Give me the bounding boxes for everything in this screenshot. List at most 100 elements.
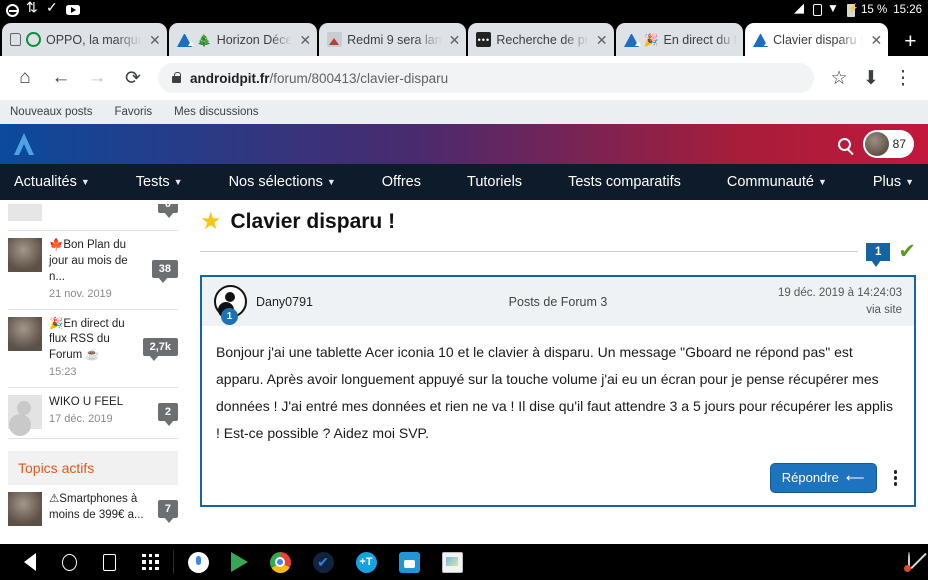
androidpit-favicon [753,33,771,47]
nav-item-plus[interactable]: Plus ▼ [869,174,918,190]
browser-tab[interactable]: 🎄 Horizon Déce ✕ [168,23,318,56]
bookmark-nouveaux-posts[interactable]: Nouveaux posts [10,106,92,118]
thumbnail [8,204,42,221]
tab-title: Horizon Déce [216,32,293,47]
reply-count-badge: 7 [157,500,178,524]
taskbar-apps: ✔ +T [187,551,463,573]
androidpit-favicon [176,33,194,47]
reload-button[interactable]: ⟳ [118,63,148,93]
site-header: 87 [0,124,928,164]
tab-close-icon[interactable]: ✕ [299,33,311,47]
address-bar[interactable]: androidpit.fr/forum/800413/clavier-dispa… [158,63,814,93]
browser-tab[interactable]: OPPO, la marque ✕ [2,23,167,56]
divider [172,550,174,574]
post-meta: 19 déc. 2019 à 14:24:03 via site [778,285,902,318]
nav-item-tests-comparatifs[interactable]: Tests comparatifs [564,174,685,190]
android-status-bar: 15 % 15:26 [0,0,928,20]
thumbnail [8,492,42,527]
solved-check-icon: ✔ [898,240,916,263]
browser-tab[interactable]: 🎉 En direct du f [615,23,744,56]
chrome-icon [6,3,19,17]
list-item[interactable]: ⚠Smartphones à moins de 399€ a... 7 [8,485,178,535]
nav-label: Offres [381,174,421,190]
reply-count-badge: 0 [157,204,178,218]
list-item-date: 15:23 [49,366,77,379]
list-item[interactable]: 0 [8,204,178,231]
chrome-icon[interactable] [269,551,291,573]
list-item[interactable]: WIKO U FEEL 17 déc. 2019 2 [8,388,178,440]
vibrate-icon [813,4,822,16]
post-author[interactable]: Dany0791 [256,295,313,309]
bookmark-mes-discussions[interactable]: Mes discussions [174,106,258,118]
tab-close-icon[interactable]: ✕ [870,33,882,47]
oppo-favicon [26,32,41,47]
browser-tab-active[interactable]: Clavier disparu ! ✕ [745,23,889,56]
user-avatar-chip[interactable]: 87 [862,130,914,158]
photo-app-icon[interactable] [441,551,463,573]
home-button[interactable]: ⌂ [10,63,40,93]
forward-button[interactable]: → [82,63,112,93]
nav-item-actualites[interactable]: Actualités ▼ [10,174,94,190]
nav-item-tutoriels[interactable]: Tutoriels [463,174,526,190]
nav-item-nos-selections[interactable]: Nos sélections ▼ [225,174,340,190]
browser-tab[interactable]: Redmi 9 sera lan ✕ [319,23,467,56]
url-host: androidpit.fr [190,70,270,86]
back-button[interactable]: ← [46,63,76,93]
android-nav-bar: ✔ +T [0,544,928,580]
browser-menu-icon[interactable]: ⋮ [888,63,918,93]
reply-count-badge: 2 [157,403,178,427]
topic-header: ★ Clavier disparu ! [200,204,916,234]
check-icon [46,0,59,17]
nav-item-communaute[interactable]: Communauté ▼ [723,174,831,190]
page-title: Clavier disparu ! [230,210,396,233]
androidpit-logo[interactable] [14,133,34,155]
chevron-down-icon: ▼ [173,177,183,187]
search-icon[interactable] [837,137,851,151]
sidebar: 0 🍁Bon Plan du jour au mois de n... 21 n… [0,204,186,544]
check-app-icon[interactable]: ✔ [312,551,334,573]
tab-close-icon[interactable]: ✕ [596,33,608,47]
play-store-icon[interactable] [230,552,248,572]
tab-title: Clavier disparu ! [773,32,864,47]
sidebar-section-header: Topics actifs [8,451,178,486]
new-tab-button[interactable]: + [890,31,928,56]
list-item-title: ⚠Smartphones à moins de 399€ a... [49,493,144,522]
nav-label: Tutoriels [467,174,523,190]
reply-button-label: Répondre [781,470,839,486]
recents-icon[interactable] [103,553,116,571]
list-item-date: 21 nov. 2019 [49,287,112,300]
bookmarks-bar: Nouveaux posts Favoris Mes discussions [0,100,928,124]
download-icon[interactable]: ⬇ [856,63,886,93]
thumbnail [8,395,42,430]
battery-percent: 15 % [861,4,888,16]
list-item[interactable]: 🍁Bon Plan du jour au mois de n... 21 nov… [8,231,178,310]
topic-main: ★ Clavier disparu ! 1 ✔ 1 Dany0791 Posts… [186,204,928,544]
nav-label: Actualités [14,174,77,190]
status-right-icons: 15 % 15:26 [794,0,922,17]
assistant-icon[interactable] [187,551,209,573]
bookmark-favoris[interactable]: Favoris [114,106,152,118]
camera-app-icon[interactable] [398,551,420,573]
tab-close-icon[interactable]: ✕ [149,33,161,47]
browser-tab[interactable]: ••• Recherche de pr ✕ [468,23,614,56]
home-icon[interactable] [62,553,77,571]
tab-close-icon[interactable]: ✕ [449,33,461,47]
reply-button[interactable]: Répondre ⟵ [769,462,877,493]
nav-item-tests[interactable]: Tests ▼ [132,174,187,190]
nav-item-offres[interactable]: Offres [378,174,425,190]
reply-arrow-icon: ⟵ [845,469,865,485]
back-icon[interactable] [24,553,36,571]
plus-t-icon[interactable]: +T [355,551,377,573]
bookmark-star-icon[interactable]: ☆ [824,63,854,93]
app-drawer-icon[interactable] [142,553,159,571]
browser-tab-strip[interactable]: OPPO, la marque ✕ 🎄 Horizon Déce ✕ Redmi… [0,20,928,56]
reader-mode-icon [10,33,21,46]
post-more-menu-icon[interactable] [889,467,903,489]
list-item-title: 🍁Bon Plan du jour au mois de n... [49,239,128,283]
do-not-disturb-icon[interactable] [908,552,910,571]
site-nav: Actualités ▼ Tests ▼ Nos sélections ▼ Offre… [0,164,928,200]
list-item[interactable]: 🎉En direct du flux RSS du Forum ☕ 15:23 … [8,310,178,389]
list-item-body: WIKO U FEEL 17 déc. 2019 [49,395,151,425]
nav-label: Plus [872,174,902,190]
list-item-date: 17 déc. 2019 [49,413,113,426]
